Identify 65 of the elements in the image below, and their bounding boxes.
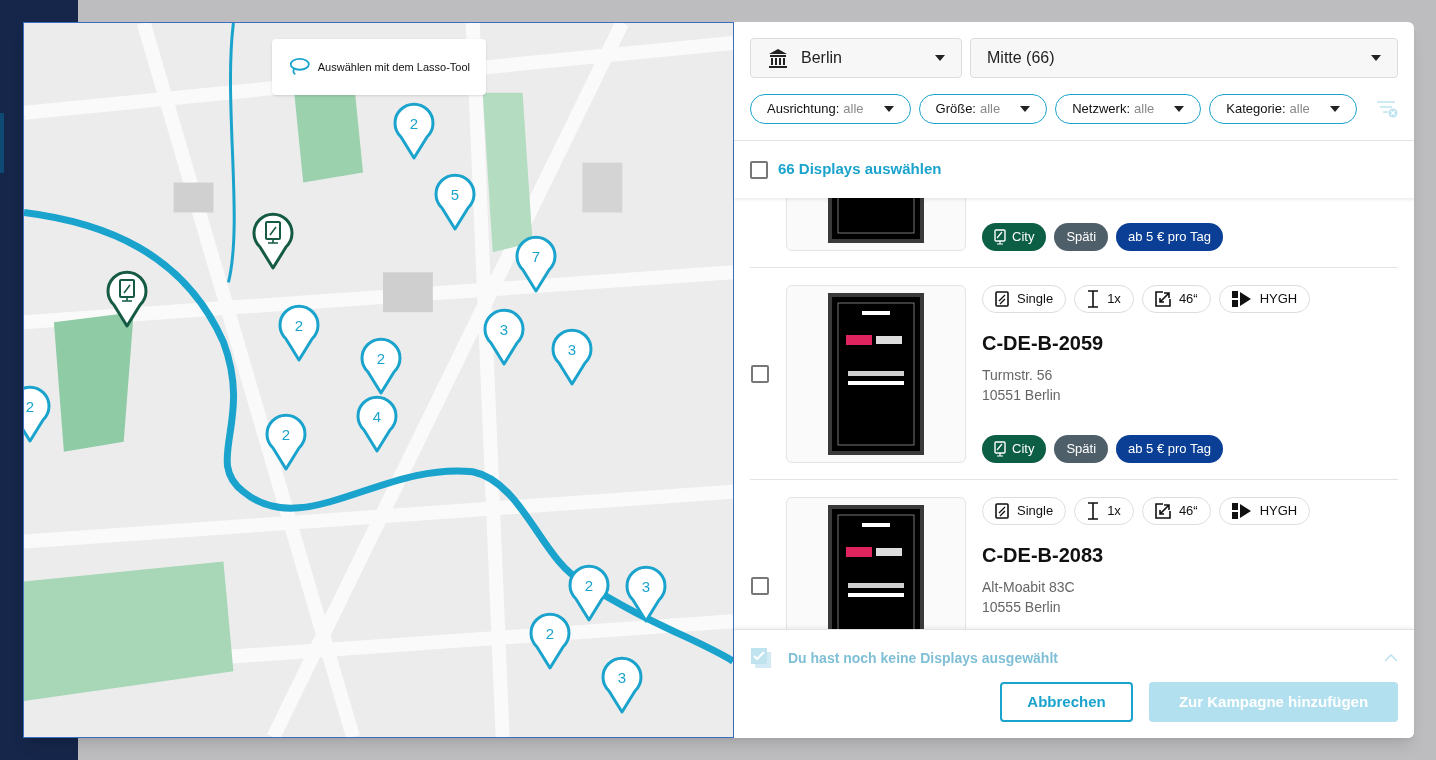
spec-label: 46“ [1178,289,1198,308]
map-pin[interactable]: 2 [359,336,403,396]
tag: Späti [1054,222,1109,251]
checkbox[interactable] [751,364,769,383]
play-logo-icon [1231,290,1252,307]
map-pin[interactable]: 2 [392,101,436,161]
address-line: 10555 Berlin [982,597,1062,617]
caret-icon [883,106,894,112]
display-pin[interactable] [105,269,149,329]
spec-label: 46“ [1178,501,1198,520]
spec-label: 1x [1107,501,1121,520]
address-line: Alt-Moabit 83C [982,577,1076,597]
caret-icon [1371,55,1381,61]
map-pin[interactable]: 2 [528,611,572,671]
spec-label: HYGH [1259,501,1298,520]
map-pin[interactable]: 4 [355,394,399,454]
spec-label: HYGH [1259,289,1298,308]
resize-icon [1154,290,1171,307]
address-line: Turmstr. 56 [982,365,1054,385]
address-line: 10551 Berlin [982,385,1062,405]
spec-label: 1x [1107,289,1121,308]
caret-icon [1174,106,1185,112]
cancel-button[interactable]: Abbrechen [1000,682,1133,722]
caret-icon [935,55,945,61]
select-all-label[interactable]: 66 Displays auswählen [778,158,942,181]
display-id: C-DE-B-2059 [982,330,1105,356]
map-pin[interactable]: 3 [624,564,668,624]
map-pin[interactable]: 2 [264,412,308,472]
display-pin[interactable] [251,211,295,271]
billboard-icon [994,228,1006,245]
map-pin[interactable]: 2 [24,384,52,444]
selection-summary: Du hast noch keine Displays ausgewählt [788,648,1059,668]
display-icon [995,502,1009,519]
map-pin[interactable]: 3 [600,655,644,715]
tag: ab 5 € pro Tag [1116,222,1223,251]
tag: City [982,222,1047,251]
lasso-icon [288,56,310,78]
landmark-icon [767,48,789,68]
map-pin[interactable]: 3 [550,327,594,387]
map-pin[interactable]: 2 [567,563,611,623]
lasso-hint[interactable]: Auswählen mit dem Lasso-Tool [272,39,486,95]
height-icon [1087,289,1100,308]
resize-icon [1154,502,1171,519]
display-icon [995,290,1009,307]
checklist-icon [750,647,772,669]
map-pin[interactable]: 5 [433,172,477,232]
tag: ab 5 € pro Tag [1116,434,1223,463]
map-pin[interactable]: 3 [482,307,526,367]
spec-label: Single [1017,501,1054,520]
play-logo-icon [1231,502,1252,519]
spec-label: Single [1017,289,1054,308]
checkbox[interactable] [750,160,768,179]
district-select[interactable]: Mitte (66) [970,38,1398,78]
city-select[interactable]: Berlin [750,38,962,78]
caret-icon [1329,106,1340,112]
checkbox[interactable] [751,576,769,595]
display-id: C-DE-B-2083 [982,542,1105,568]
billboard-icon [994,440,1006,457]
map-pin[interactable]: 2 [277,303,321,363]
lasso-hint-text: Auswählen mit dem Lasso-Tool [317,59,470,75]
caret-icon [1020,106,1031,112]
tag: City [982,434,1047,463]
map-pin[interactable]: 7 [514,234,558,294]
height-icon [1087,501,1100,520]
tag: Späti [1054,434,1109,463]
